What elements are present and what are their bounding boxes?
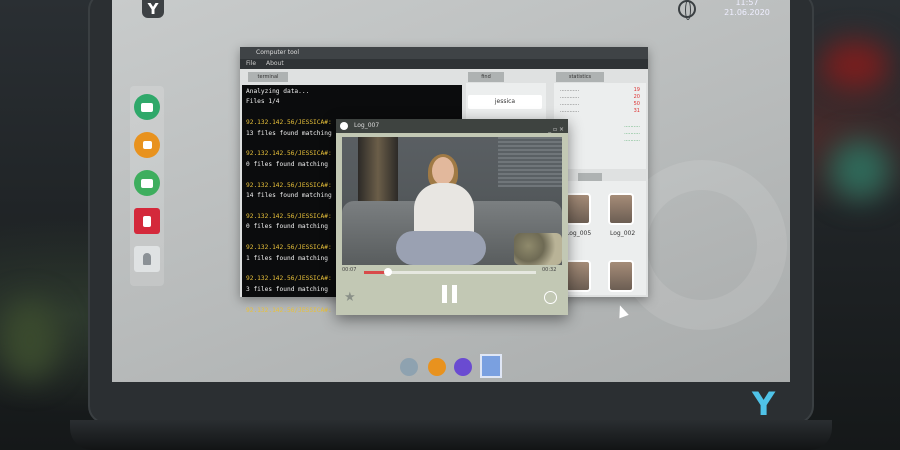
media-panel-header — [578, 173, 602, 181]
lock-app-icon[interactable] — [134, 132, 160, 158]
media-label: Log_005 — [566, 230, 592, 237]
tab-statistics[interactable]: statistics — [556, 72, 604, 82]
menu-item-file[interactable]: File — [246, 60, 256, 67]
mouse-cursor — [615, 303, 629, 319]
tab-terminal[interactable]: terminal — [248, 72, 288, 82]
globe-icon[interactable] — [544, 291, 557, 304]
lock-taskbar-icon[interactable] — [428, 358, 446, 376]
video-person-head — [432, 157, 454, 185]
os-logo[interactable]: Y — [142, 0, 164, 18]
tab-find[interactable]: find — [468, 72, 504, 82]
player-titlebar[interactable]: Log_007 _ ▫ × — [336, 119, 568, 133]
stats-link[interactable]: .......... — [560, 137, 640, 144]
video-frame[interactable] — [342, 137, 562, 265]
stats-spacer — [560, 115, 640, 123]
document-app-icon[interactable] — [134, 208, 160, 234]
stats-link[interactable]: .......... — [560, 130, 640, 137]
terminal-line: Files 1/4 — [246, 98, 280, 106]
stats-value: 19 — [633, 87, 640, 93]
bokeh-light — [820, 40, 890, 90]
brand-logo: Y — [752, 385, 776, 423]
document-taskbar-icon[interactable] — [480, 354, 502, 378]
taskbar — [394, 352, 504, 380]
video-person-legs — [396, 231, 486, 265]
stats-row: ............ 19 — [560, 87, 640, 94]
terminal-line: Analyzing data... — [246, 88, 310, 95]
media-thumbnail[interactable] — [565, 260, 591, 292]
time-current: 00:07 — [342, 267, 357, 273]
find-jessica-button[interactable]: jessica — [468, 95, 542, 109]
stats-value: 31 — [633, 108, 640, 114]
video-camo-bag — [514, 233, 562, 265]
pause-bar — [442, 285, 447, 303]
time-total: 00:32 — [542, 267, 557, 273]
stats-row: ............ 50 — [560, 101, 640, 108]
stats-link[interactable]: .......... — [560, 123, 640, 130]
chat-app-icon[interactable] — [134, 94, 160, 120]
seek-bar[interactable] — [364, 268, 536, 276]
media-thumbnail[interactable] — [608, 193, 634, 225]
clock-time: 11:57 — [735, 0, 759, 7]
stats-row: ............ 31 — [560, 108, 640, 115]
contact-app-icon[interactable] — [134, 246, 160, 272]
mail-taskbar-icon[interactable] — [454, 358, 472, 376]
star-icon[interactable]: ★ — [344, 291, 356, 304]
stats-label: ............ — [560, 87, 580, 93]
side-dock — [130, 86, 164, 286]
stats-label: ............ — [560, 108, 580, 114]
bokeh-light — [0, 300, 60, 380]
seek-row: 00:07 00:32 — [342, 267, 562, 277]
stats-value: 50 — [633, 101, 640, 107]
media-thumbnail[interactable] — [608, 260, 634, 292]
video-window-blinds — [498, 137, 562, 187]
media-label: Log_002 — [610, 230, 636, 237]
bokeh-light — [830, 140, 890, 200]
pause-bar — [452, 285, 457, 303]
stats-value: 20 — [633, 94, 640, 100]
mail-app-icon[interactable] — [134, 170, 160, 196]
window-controls[interactable]: _ ▫ × — [548, 123, 564, 137]
stats-label: ............ — [560, 94, 580, 100]
clock-date: 21.06.2020 — [724, 8, 770, 17]
window-title: Computer tool — [256, 49, 300, 56]
window-titlebar[interactable]: Computer tool — [240, 47, 648, 59]
player-app-icon — [340, 122, 348, 130]
stats-row: ............ 20 — [560, 94, 640, 101]
menu-bar: File About — [240, 59, 648, 69]
player-title: Log_007 — [354, 122, 380, 129]
chat-taskbar-icon[interactable] — [400, 358, 418, 376]
video-player-window: Log_007 _ ▫ × 00:07 00:32 ★ — [336, 119, 568, 315]
pause-button[interactable] — [442, 285, 458, 303]
tablet-screen: Y 11:57 21.06.2020 Computer tool File Ab… — [112, 0, 790, 382]
clock: 11:57 21.06.2020 — [712, 0, 782, 18]
seek-handle[interactable] — [384, 268, 393, 276]
stats-label: ............ — [560, 101, 580, 107]
globe-icon[interactable] — [678, 0, 696, 20]
menu-item-about[interactable]: About — [266, 60, 284, 67]
media-thumbnail[interactable] — [565, 193, 591, 225]
tablet-base — [70, 420, 832, 450]
